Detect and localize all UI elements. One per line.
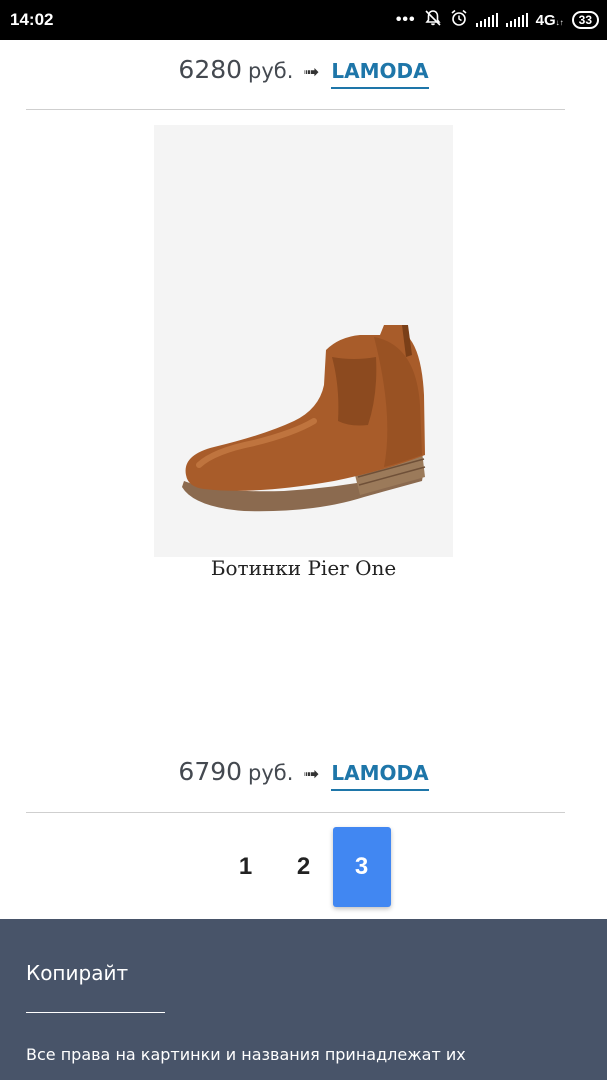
signal-strength-icon-2 — [505, 13, 528, 27]
footer-copyright-text: Все права на картинки и названия принадл… — [26, 1045, 466, 1064]
page-link-3-current[interactable]: 3 — [332, 827, 391, 907]
offer-currency: руб. — [248, 59, 294, 83]
page-link-1[interactable]: 1 — [217, 827, 275, 907]
offer-price: 6790 — [178, 757, 243, 786]
status-time: 14:02 — [10, 10, 54, 29]
divider — [26, 812, 565, 813]
more-notifications-icon: ••• — [395, 11, 416, 28]
product-image[interactable] — [154, 125, 453, 557]
offer-row-2: 6790 руб. ➟ LAMODA — [0, 757, 607, 797]
boot-icon — [182, 325, 426, 512]
product-title[interactable]: Ботинки Pier One — [0, 556, 607, 580]
offer-price: 6280 — [178, 55, 243, 84]
divider — [26, 109, 565, 110]
page-link-2[interactable]: 2 — [275, 827, 333, 907]
status-bar: 14:02 ••• 4G↓↑ 33 — [0, 0, 607, 40]
network-type: 4G↓↑ — [535, 11, 564, 29]
notifications-muted-icon — [424, 9, 442, 31]
offer-row-1: 6280 руб. ➟ LAMODA — [0, 55, 607, 95]
store-link-lamoda[interactable]: LAMODA — [331, 761, 429, 791]
footer-divider — [26, 1012, 165, 1013]
offer-currency: руб. — [248, 761, 294, 785]
status-icons: ••• 4G↓↑ 33 — [396, 8, 599, 32]
store-link-lamoda[interactable]: LAMODA — [331, 59, 429, 89]
footer: Копирайт Все права на картинки и названи… — [0, 919, 607, 1080]
arrow-right-icon: ➟ — [303, 62, 320, 83]
alarm-clock-icon — [450, 9, 468, 31]
pagination: 1 2 3 — [0, 827, 607, 907]
battery-icon: 33 — [571, 11, 599, 29]
signal-strength-icon — [475, 13, 498, 27]
footer-title: Копирайт — [26, 961, 129, 985]
arrow-right-icon: ➟ — [303, 764, 320, 785]
